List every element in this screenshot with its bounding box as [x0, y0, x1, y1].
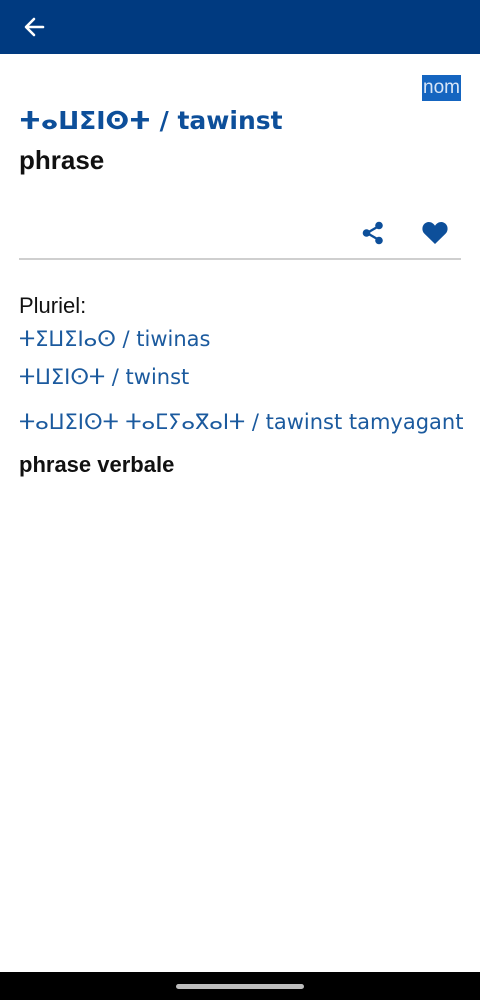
share-button[interactable]: [356, 216, 390, 250]
heart-icon: [422, 222, 448, 244]
home-indicator[interactable]: [176, 984, 304, 989]
favorite-button[interactable]: [418, 216, 452, 250]
share-icon: [362, 221, 383, 245]
related-term-link[interactable]: ⵜⴰⵡⵉⵏⵙⵜ ⵜⴰⵎⵢⴰⴳⴰⵏⵜ / tawinst tamyagant: [19, 410, 463, 434]
app-bar: [0, 0, 480, 54]
related-term-definition: phrase verbale: [19, 452, 175, 477]
plural-label: Pluriel:: [19, 293, 87, 318]
part-of-speech-badge: nom: [422, 75, 461, 101]
arrow-left-icon: [24, 17, 45, 37]
definition: phrase: [19, 145, 105, 175]
headword: ⵜⴰⵡⵉⵏⵙⵜ / tawinst: [19, 106, 283, 135]
system-navigation-bar: [0, 972, 480, 1000]
divider: [19, 258, 461, 260]
plural-form-link[interactable]: ⵜⵉⵡⵉⵏⴰⵙ / tiwinas: [19, 327, 210, 351]
back-button[interactable]: [14, 7, 54, 47]
plural-form-link[interactable]: ⵜⵡⵉⵏⵙⵜ / twinst: [19, 365, 189, 389]
